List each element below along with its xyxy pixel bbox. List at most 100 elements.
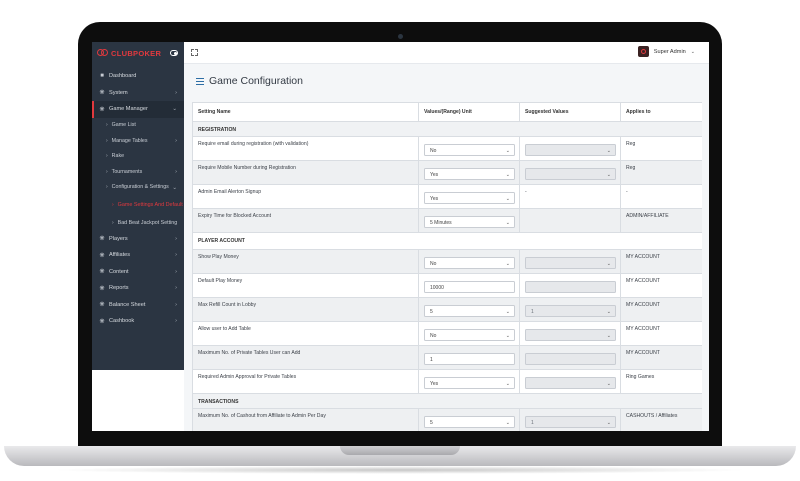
setting-name: Default Play Money (192, 273, 419, 298)
chevron-down-icon: ⌄ (606, 380, 611, 387)
sidebar-item-content[interactable]: ❋ Content › (92, 264, 184, 281)
sidebar-subitem-label: Tournaments (111, 168, 143, 175)
chevron-right-icon: › (106, 122, 108, 129)
table-row: Expiry Time for Blocked Account 5 Minute… (192, 208, 702, 233)
setting-name: Require Mobile Number during Registratio… (192, 160, 419, 185)
setting-name: Max Refill Count in Lobby (192, 297, 419, 322)
sidebar-item-system[interactable]: ❋ System › (92, 85, 184, 102)
sidebar-subitem-label: Game Settings And Default (117, 202, 183, 209)
sidebar-subitem-manage-tables[interactable]: › Manage Tables › (92, 133, 184, 149)
chevron-right-icon: › (112, 202, 114, 209)
suggested-select: ⌄ (525, 144, 616, 156)
section-row-registration: REGISTRATION (192, 121, 702, 137)
chevron-down-icon: ⌄ (606, 260, 611, 267)
chevron-right-icon: › (175, 268, 177, 275)
select-value: 5 (430, 309, 433, 315)
sidebar-subitem-game-settings-default[interactable]: › Game Settings And Default (92, 195, 184, 215)
applies-to: MY ACCOUNT (620, 321, 702, 346)
select-value: Yes (430, 172, 439, 178)
section-title: REGISTRATION (192, 121, 702, 137)
chevron-right-icon: › (175, 235, 177, 242)
chevron-down-icon: ⌄ (505, 380, 510, 387)
value-select[interactable]: No ⌄ (424, 329, 515, 341)
applies-to: MY ACCOUNT (620, 273, 702, 298)
sidebar-toggle-icon[interactable] (170, 50, 178, 56)
chevron-down-icon: ⌄ (505, 219, 510, 226)
gear-icon: ❋ (99, 318, 105, 325)
chevron-right-icon: › (175, 169, 177, 175)
sidebar-subitem-game-list[interactable]: › Game List (92, 118, 184, 134)
sidebar-item-dashboard[interactable]: ■ Dashboard (92, 68, 184, 85)
sidebar-subitem-bad-beat[interactable]: › Bad Beat Jackpot Setting (92, 215, 184, 231)
select-value: No (430, 148, 437, 154)
section-row-player-account: PLAYER ACCOUNT (192, 232, 702, 250)
setting-name: Maximum No. of Private Tables User can A… (192, 345, 419, 370)
sidebar-item-players[interactable]: ❋ Players › (92, 231, 184, 248)
value-select[interactable]: No ⌄ (424, 144, 515, 156)
chevron-down-icon: ⌄ (172, 106, 177, 112)
sidebar-subitem-label: Rake (111, 153, 125, 160)
sidebar-item-cashbook[interactable]: ❋ Cashbook › (92, 313, 184, 330)
gear-icon: ❋ (99, 252, 105, 259)
chevron-down-icon: ⌄ (505, 419, 510, 426)
sidebar-subitem-label: Bad Beat Jackpot Setting (117, 219, 178, 226)
chevron-down-icon: ⌄ (505, 171, 510, 178)
value-select[interactable]: 5 ⌄ (424, 416, 515, 428)
config-table-container: Setting Name Values/(Range) Unit Suggest… (192, 102, 702, 431)
user-menu[interactable]: Super Admin ⌄ (637, 46, 695, 57)
applies-to: MY ACCOUNT (620, 345, 702, 370)
setting-name: Admin Email Alerton Signup (192, 184, 419, 209)
table-row: Default Play Money 10000 MY ACCOUNT (192, 273, 702, 298)
fullscreen-icon[interactable] (191, 49, 198, 56)
sidebar-item-label: Players (109, 235, 128, 242)
suggested-select: 1 ⌄ (525, 416, 616, 428)
table-row: Show Play Money No ⌄ ⌄ MY ACCOUNT (192, 249, 702, 274)
camera-dot (398, 34, 403, 39)
menu-icon[interactable] (196, 78, 204, 85)
select-value: 1 (531, 420, 534, 426)
chevron-right-icon: › (175, 138, 177, 144)
select-value: 5 (430, 420, 433, 426)
table-row: Admin Email Alerton Signup Yes ⌄ - - (192, 184, 702, 209)
value-select[interactable]: Yes ⌄ (424, 168, 515, 180)
logo-bar: CLUBPOKER (92, 42, 184, 64)
gear-icon: ❋ (99, 90, 105, 97)
chevron-down-icon: ⌄ (505, 332, 510, 339)
sidebar-item-label: System (109, 89, 128, 96)
sidebar-item-label: Dashboard (109, 73, 137, 80)
setting-name: Show Play Money (192, 249, 419, 274)
value-input[interactable]: 1 (424, 353, 515, 365)
sidebar-item-game-manager[interactable]: ❋ Game Manager ⌄ (92, 101, 184, 118)
applies-to: Ring Games (620, 369, 702, 394)
value-select[interactable]: No ⌄ (424, 257, 515, 269)
chevron-down-icon: ⌄ (606, 171, 611, 178)
value-select[interactable]: Yes ⌄ (424, 377, 515, 389)
sidebar-subitem-configuration-settings[interactable]: › Configuration & Settings ⌄ (92, 180, 184, 196)
page-title: Game Configuration (209, 75, 303, 87)
column-header: Values/(Range) Unit (418, 102, 520, 122)
chevron-down-icon: ⌄ (606, 332, 611, 339)
chevron-right-icon: › (106, 184, 108, 191)
value-input[interactable]: 10000 (424, 281, 515, 293)
sidebar-item-affiliates[interactable]: ❋ Affiliates › (92, 247, 184, 264)
sidebar-subitem-rake[interactable]: › Rake (92, 149, 184, 165)
user-name: Super Admin (653, 48, 686, 55)
chevron-right-icon: › (175, 89, 177, 96)
config-table: Setting Name Values/(Range) Unit Suggest… (192, 102, 702, 431)
sidebar-subitem-tournaments[interactable]: › Tournaments › (92, 164, 184, 180)
active-indicator (92, 101, 94, 118)
laptop-notch (340, 446, 460, 455)
table-row: Required Admin Approval for Private Tabl… (192, 369, 702, 394)
sidebar-item-reports[interactable]: ❋ Reports › (92, 280, 184, 297)
value-select[interactable]: Yes ⌄ (424, 192, 515, 204)
select-value: 5 Minutes (430, 220, 452, 226)
sidebar-subitem-label: Game List (111, 122, 136, 129)
value-select[interactable]: 5 Minutes ⌄ (424, 216, 515, 228)
table-row: Require Mobile Number during Registratio… (192, 160, 702, 185)
chevron-right-icon: › (112, 219, 114, 226)
suggested-input (525, 281, 616, 293)
chevron-right-icon: › (106, 168, 108, 175)
value-select[interactable]: 5 ⌄ (424, 305, 515, 317)
sidebar-item-balance-sheet[interactable]: ❋ Balance Sheet › (92, 297, 184, 314)
section-title: TRANSACTIONS (192, 393, 702, 409)
